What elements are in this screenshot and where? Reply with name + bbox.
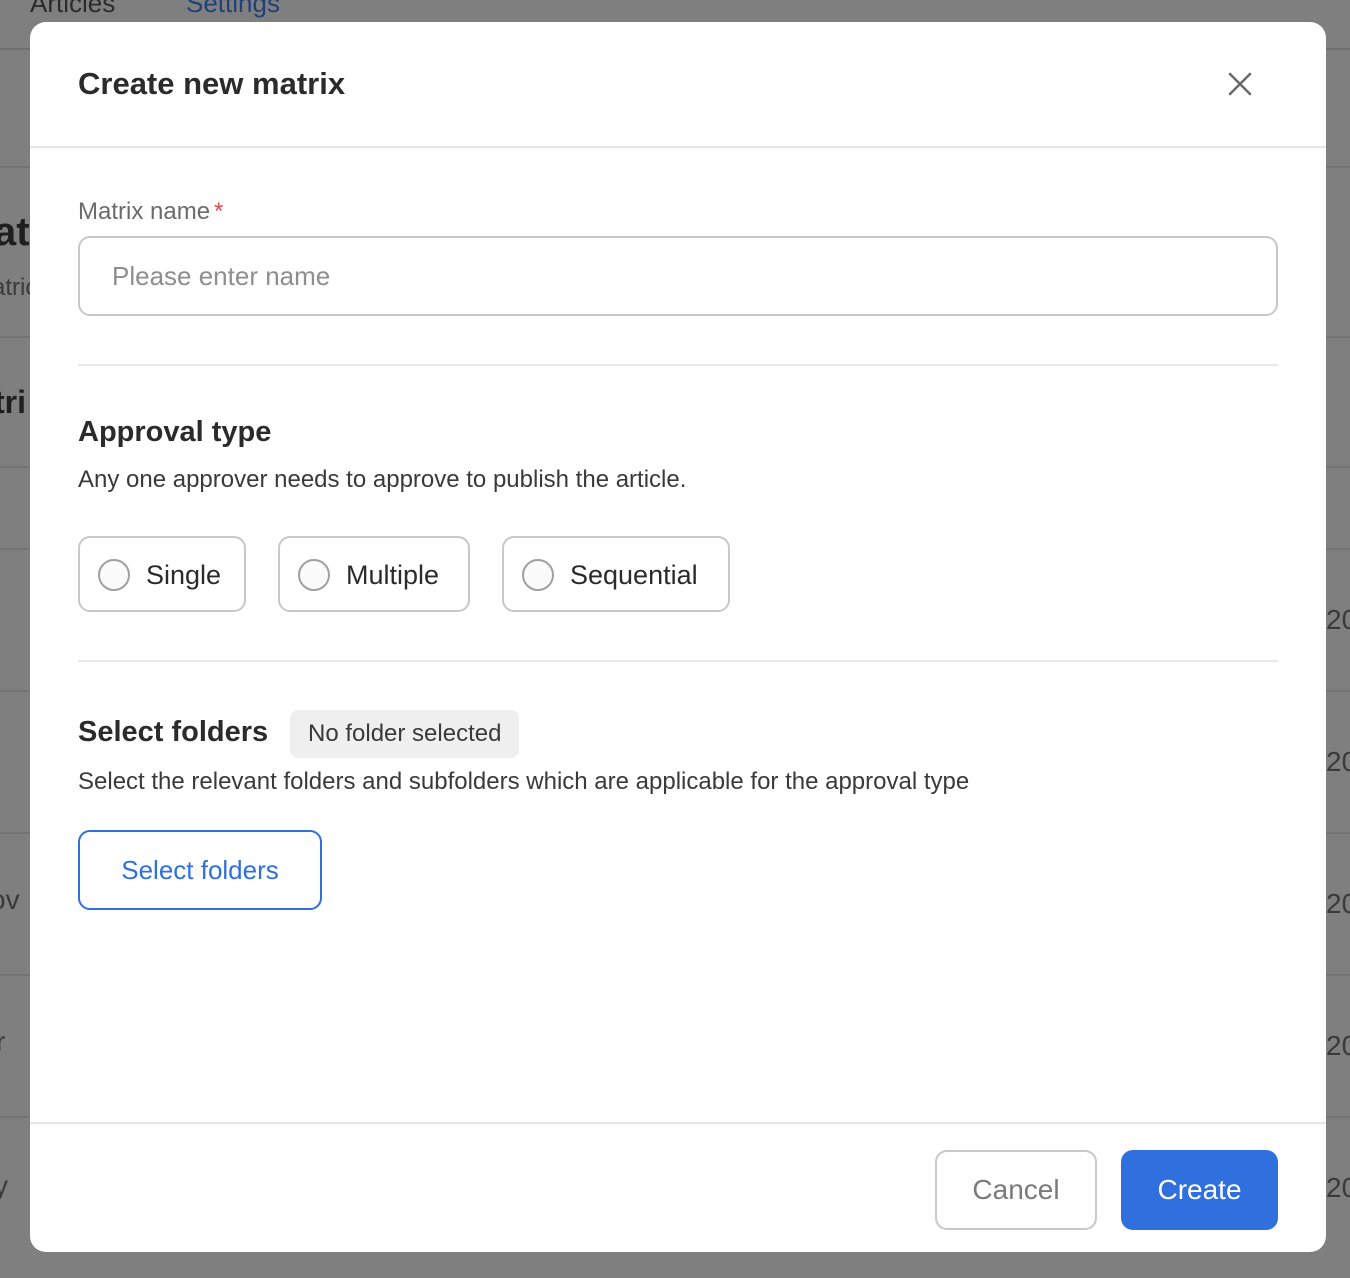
approval-option-label: Multiple bbox=[346, 560, 440, 590]
matrix-name-label: Matrix name * bbox=[78, 198, 223, 226]
radio-circle-icon[interactable] bbox=[98, 559, 130, 591]
required-marker: * bbox=[214, 198, 224, 225]
background-row-date: 20 bbox=[1326, 888, 1350, 919]
modal-footer: Cancel Create bbox=[30, 1122, 1326, 1252]
background-tab-articles: Articles bbox=[30, 0, 116, 18]
approval-option-single[interactable]: Single bbox=[78, 536, 246, 612]
background-row-text: ov bbox=[0, 884, 20, 915]
background-row-text: y bbox=[0, 1170, 8, 1201]
matrix-name-input[interactable] bbox=[78, 236, 1278, 316]
modal-header: Create new matrix bbox=[30, 22, 1326, 148]
background-tab-settings: Settings bbox=[186, 0, 280, 18]
approval-option-label: Single bbox=[146, 560, 222, 590]
background-row-date: 20 bbox=[1326, 1172, 1350, 1203]
select-folders-title: Select folders bbox=[78, 716, 269, 748]
background-row-text: r bbox=[0, 1026, 6, 1057]
background-row-date: 20 bbox=[1326, 1030, 1350, 1061]
approval-type-description: Any one approver needs to approve to pub… bbox=[78, 466, 687, 493]
approval-option-multiple[interactable]: Multiple bbox=[278, 536, 470, 612]
close-icon[interactable] bbox=[1226, 70, 1254, 98]
approval-type-title: Approval type bbox=[78, 416, 272, 448]
create-matrix-modal: Create new matrix Matrix name* Approval … bbox=[30, 22, 1326, 1252]
matrix-name-label-text: Matrix name bbox=[78, 198, 211, 225]
approval-option-sequential[interactable]: Sequential bbox=[502, 536, 730, 612]
create-button[interactable]: Create bbox=[1121, 1150, 1278, 1230]
cancel-button[interactable]: Cancel bbox=[935, 1150, 1097, 1230]
section-divider bbox=[78, 660, 1278, 662]
approval-option-label: Sequential bbox=[570, 560, 698, 590]
modal-title: Create new matrix bbox=[78, 66, 346, 101]
background-row-date: 20 bbox=[1326, 604, 1350, 635]
folder-status-badge: No folder selected bbox=[290, 710, 520, 758]
radio-circle-icon[interactable] bbox=[298, 559, 330, 591]
background-section-heading: tri bbox=[0, 384, 26, 420]
radio-circle-icon[interactable] bbox=[522, 559, 554, 591]
select-folders-button[interactable]: Select folders bbox=[78, 830, 322, 910]
section-divider bbox=[78, 364, 1278, 366]
background-page-title: at bbox=[0, 210, 30, 254]
select-folders-description: Select the relevant folders and subfolde… bbox=[78, 768, 970, 795]
background-row-date: 20 bbox=[1326, 746, 1350, 777]
